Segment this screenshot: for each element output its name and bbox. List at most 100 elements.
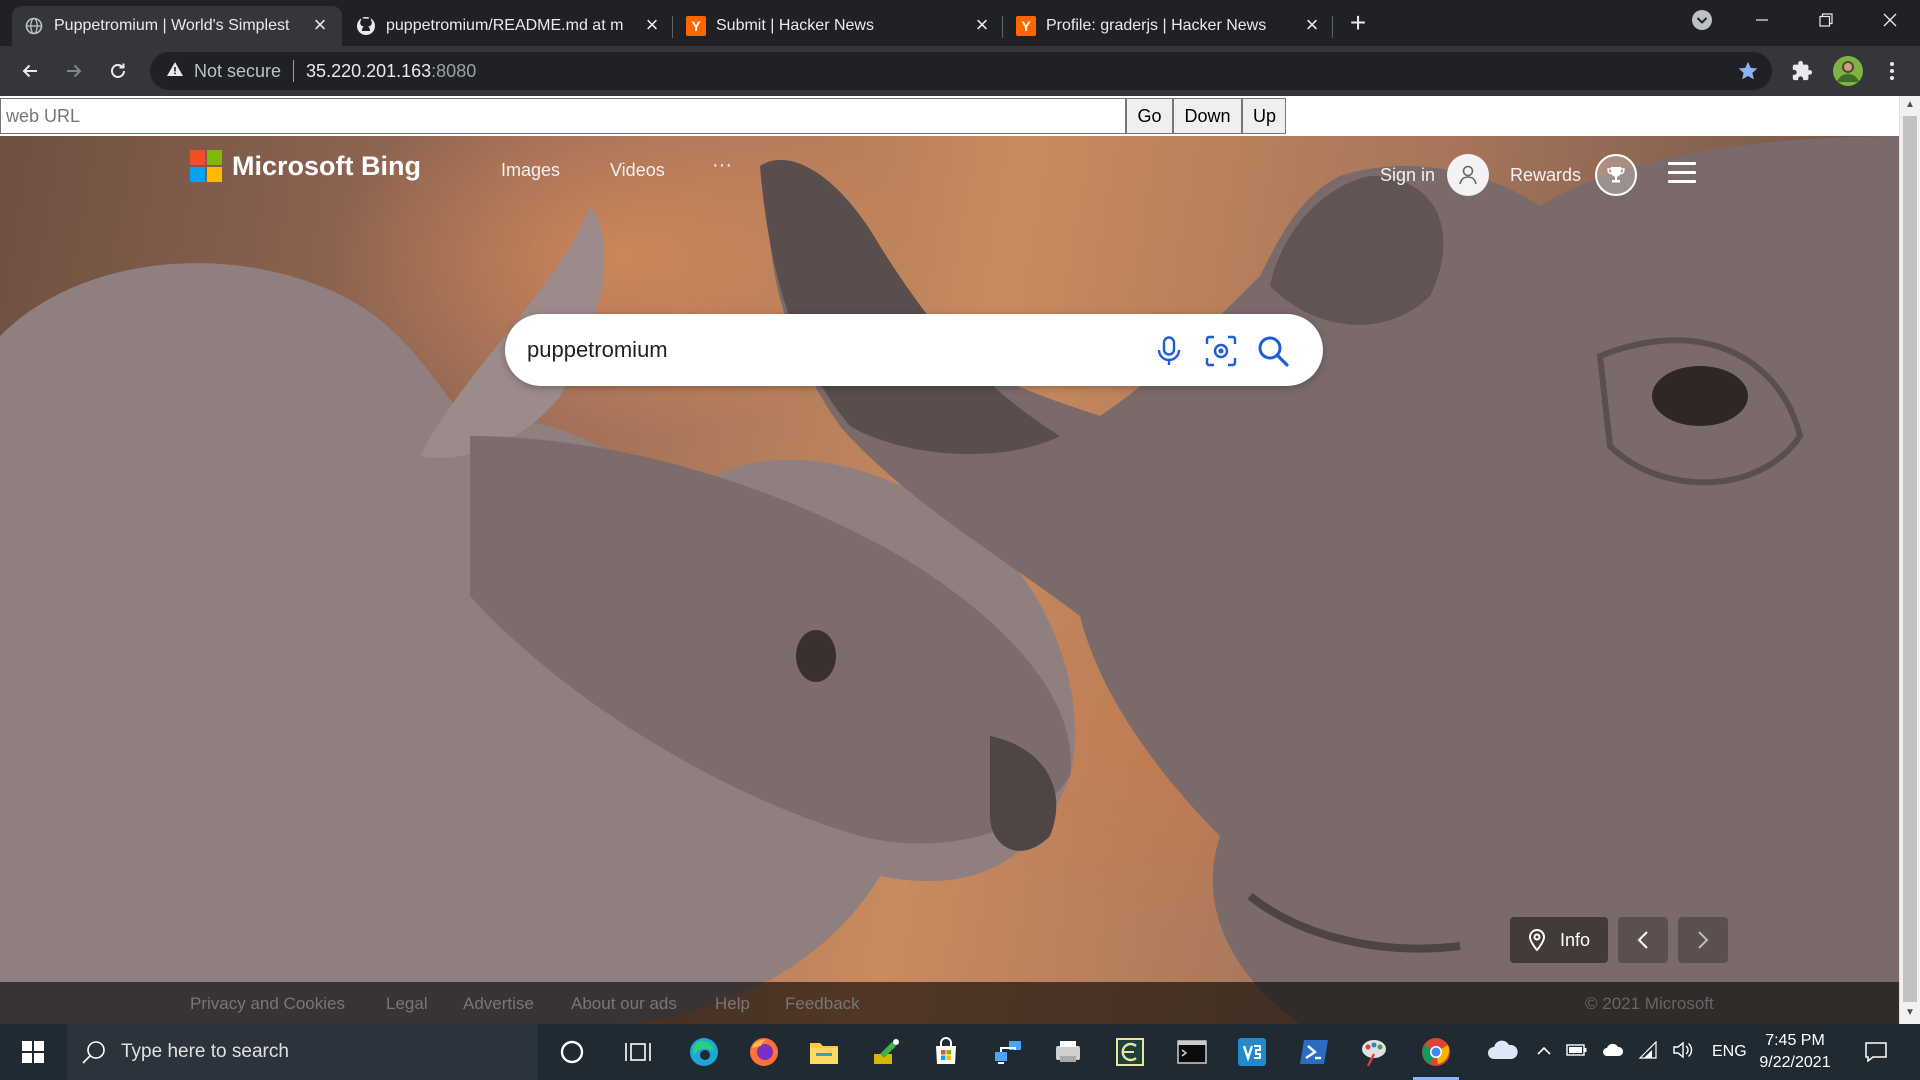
start-button[interactable]	[0, 1024, 66, 1080]
chrome-icon[interactable]	[1416, 1032, 1456, 1072]
system-tray: ENG	[1486, 1024, 1747, 1080]
firefox-icon[interactable]	[744, 1032, 784, 1072]
task-view-icon[interactable]	[618, 1032, 658, 1072]
scanner-icon[interactable]	[1048, 1032, 1088, 1072]
next-image-button[interactable]	[1678, 917, 1729, 963]
tool-icon[interactable]	[866, 1032, 906, 1072]
hamburger-menu-icon[interactable]	[1668, 162, 1696, 184]
location-pin-icon	[1528, 929, 1546, 951]
bing-logo[interactable]: Microsoft Bing	[190, 150, 421, 182]
terminal-icon[interactable]	[1172, 1032, 1212, 1072]
tab-search-button[interactable]	[1672, 0, 1732, 40]
image-info-bar: Info	[1510, 916, 1729, 964]
microphone-icon[interactable]	[1150, 332, 1188, 370]
search-icon[interactable]	[1254, 332, 1292, 370]
tab-close-icon[interactable]: ×	[1302, 14, 1322, 36]
tab-hn-submit[interactable]: Y Submit | Hacker News ×	[674, 6, 1004, 46]
copyright-text: © 2021 Microsoft	[1585, 994, 1714, 1013]
microsoft-logo-icon	[190, 150, 222, 182]
forward-button[interactable]	[58, 55, 90, 87]
hacker-news-icon: Y	[686, 16, 706, 36]
tab-github-readme[interactable]: puppetromium/README.md at m ×	[344, 6, 674, 46]
down-button[interactable]: Down	[1173, 98, 1242, 134]
footer-advertise-link[interactable]: Advertise	[463, 994, 534, 1014]
app-icon[interactable]	[1110, 1032, 1150, 1072]
footer-about-ads-link[interactable]: About our ads	[571, 994, 677, 1014]
tab-puppetromium[interactable]: Puppetromium | World's Simplest ×	[12, 6, 342, 46]
up-button[interactable]: Up	[1242, 98, 1286, 134]
onedrive-cloud-icon[interactable]	[1486, 1039, 1518, 1066]
cortana-icon[interactable]	[552, 1032, 592, 1072]
previous-image-button[interactable]	[1618, 917, 1669, 963]
github-icon	[356, 16, 376, 36]
nav-images[interactable]: Images	[501, 160, 560, 181]
nav-more[interactable]: ···	[712, 154, 732, 177]
volume-icon[interactable]	[1672, 1041, 1694, 1064]
reload-icon	[111, 63, 125, 78]
info-button[interactable]: Info	[1510, 917, 1609, 963]
cloud-icon[interactable]	[1602, 1043, 1624, 1062]
notification-icon[interactable]	[1856, 1032, 1896, 1072]
store-icon[interactable]	[926, 1032, 966, 1072]
wifi-icon[interactable]	[1638, 1040, 1658, 1064]
star-icon	[1738, 61, 1758, 80]
puppetromium-url-bar: Go Down Up	[0, 96, 1899, 136]
sign-in-button[interactable]: Sign in	[1380, 154, 1490, 196]
tab-hn-profile[interactable]: Y Profile: graderjs | Hacker News ×	[1004, 6, 1334, 46]
bookmark-star-button[interactable]	[1732, 55, 1764, 87]
scroll-down-arrow-icon[interactable]: ▼	[1900, 1004, 1920, 1022]
restore-button[interactable]	[1796, 0, 1856, 40]
clock-time: 7:45 PM	[1765, 1032, 1825, 1049]
footer-legal-link[interactable]: Legal	[386, 994, 428, 1014]
taskbar-clock[interactable]: 7:45 PM 9/22/2021	[1740, 1030, 1850, 1074]
search-input[interactable]	[527, 337, 1147, 363]
sign-in-label: Sign in	[1380, 164, 1436, 185]
new-tab-button[interactable]: +	[1344, 9, 1372, 38]
footer-help-link[interactable]: Help	[715, 994, 750, 1014]
taskbar-search-placeholder: Type here to search	[121, 1041, 289, 1062]
file-explorer-icon[interactable]	[804, 1032, 844, 1072]
footer-privacy-link[interactable]: Privacy and Cookies	[190, 994, 345, 1014]
close-icon	[1883, 13, 1897, 27]
tab-close-icon[interactable]: ×	[972, 14, 992, 36]
tab-separator	[1002, 16, 1003, 38]
scrollbar-thumb[interactable]	[1903, 116, 1917, 1002]
reload-button[interactable]	[102, 55, 134, 87]
network-icon[interactable]	[988, 1032, 1028, 1072]
tab-close-icon[interactable]: ×	[310, 14, 330, 36]
tab-close-icon[interactable]: ×	[642, 14, 662, 36]
chevron-right-icon	[1698, 931, 1709, 949]
back-button[interactable]	[14, 55, 46, 87]
go-button[interactable]: Go	[1126, 98, 1173, 134]
close-window-button[interactable]	[1860, 0, 1920, 40]
web-url-input[interactable]	[0, 98, 1126, 134]
vertical-scrollbar[interactable]: ▲ ▼	[1899, 96, 1920, 1024]
tab-title: puppetromium/README.md at m	[386, 17, 624, 34]
omnibox-divider	[293, 60, 295, 82]
security-label[interactable]: Not secure	[194, 61, 281, 82]
address-bar[interactable]: Not secure 35.220.201.163:8080	[150, 52, 1772, 90]
chrome-menu-button[interactable]	[1876, 55, 1908, 87]
profile-avatar[interactable]	[1830, 53, 1866, 89]
scroll-up-arrow-icon[interactable]: ▲	[1900, 96, 1920, 114]
windows-taskbar: Type here to search ENG 7:45 PM 9/22/202…	[0, 1024, 1920, 1080]
warning-icon[interactable]	[166, 61, 184, 82]
battery-icon[interactable]	[1566, 1043, 1588, 1062]
tab-separator	[672, 16, 673, 38]
vscode-icon[interactable]	[1232, 1032, 1272, 1072]
rewards-button[interactable]: Rewards	[1510, 154, 1638, 196]
minimize-button[interactable]	[1732, 0, 1792, 40]
rhino-background-image	[0, 136, 1899, 1024]
tab-title: Profile: graderjs | Hacker News	[1046, 17, 1267, 34]
nav-videos[interactable]: Videos	[610, 160, 665, 181]
hacker-news-icon: Y	[1016, 16, 1036, 36]
visual-search-icon[interactable]	[1202, 332, 1240, 370]
chevron-up-icon[interactable]	[1536, 1043, 1552, 1061]
search-icon	[82, 1041, 105, 1064]
footer-feedback-link[interactable]: Feedback	[785, 994, 860, 1014]
edge-icon[interactable]	[684, 1032, 724, 1072]
powershell-icon[interactable]	[1294, 1032, 1334, 1072]
extensions-button[interactable]	[1786, 55, 1818, 87]
taskbar-search-box[interactable]: Type here to search	[67, 1024, 538, 1080]
paint-icon[interactable]	[1354, 1032, 1394, 1072]
